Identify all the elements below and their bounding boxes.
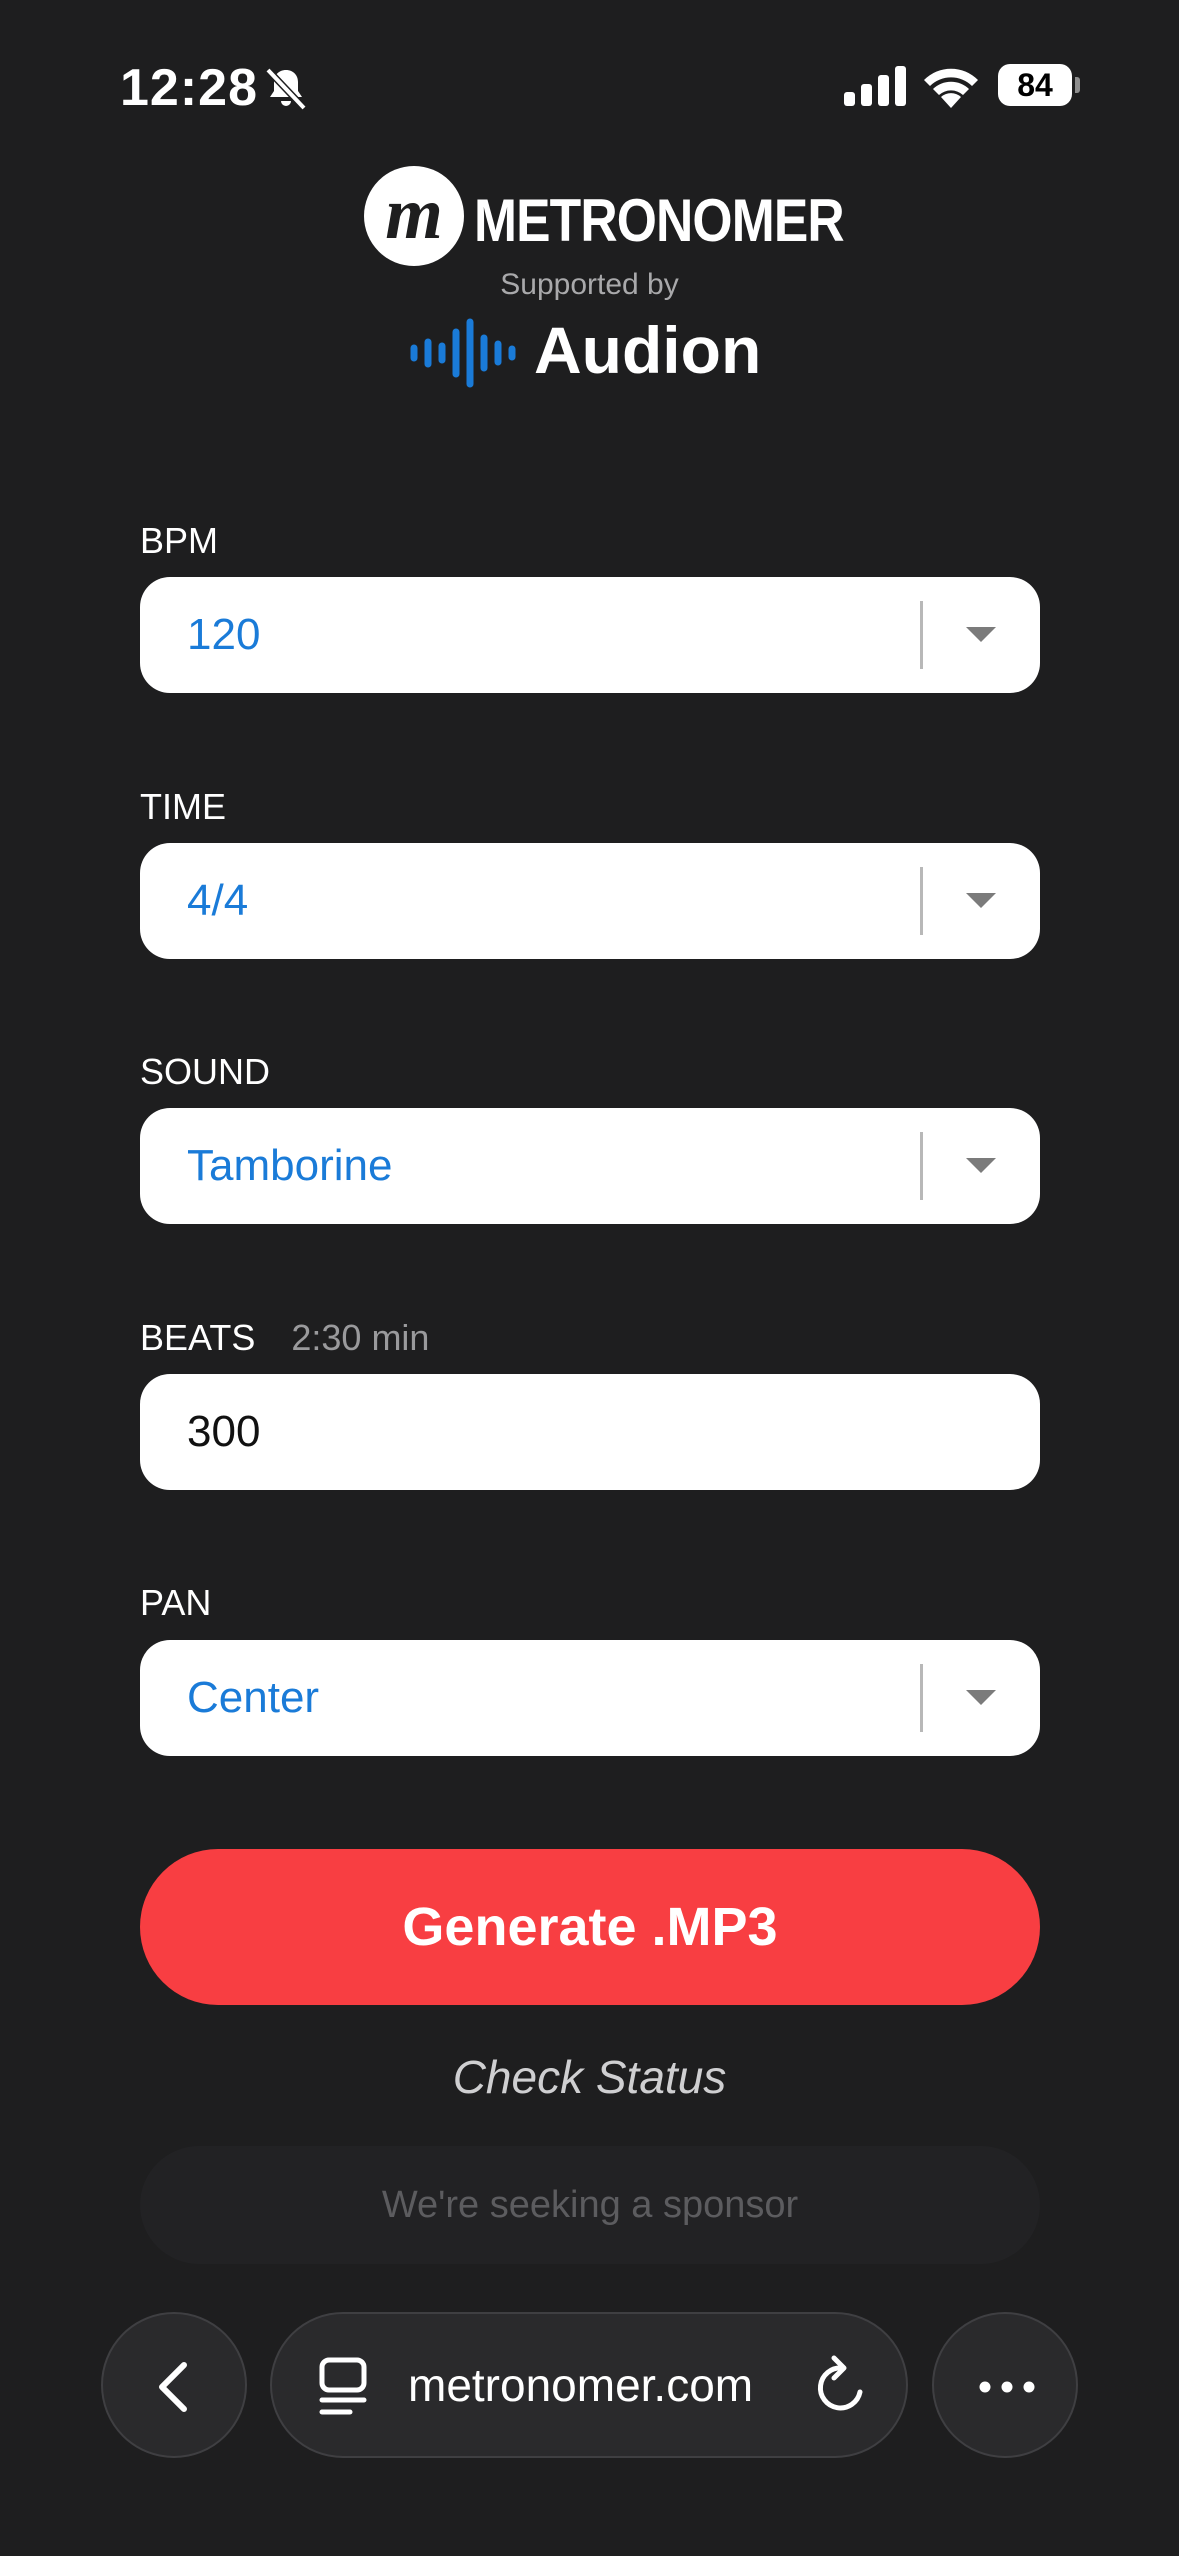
bell-muted-icon	[265, 67, 307, 111]
battery-cap	[1075, 77, 1080, 93]
sponsor-banner[interactable]: We're seeking a sponsor	[140, 2146, 1040, 2264]
more-dots-icon	[979, 2381, 1035, 2393]
beats-label: BEATS	[140, 1317, 256, 1358]
back-button[interactable]	[101, 2312, 247, 2458]
check-status-link[interactable]: Check Status	[0, 2050, 1179, 2104]
bpm-select[interactable]: 120	[140, 577, 1040, 693]
time-select[interactable]: 4/4	[140, 843, 1040, 959]
reload-icon[interactable]	[812, 2354, 872, 2418]
chevron-left-icon	[159, 2362, 187, 2412]
audion-waveform-icon	[410, 318, 516, 388]
page: 12:28 84 m METRONOMER Supported by Audio…	[0, 0, 1179, 2556]
bpm-label: BPM	[140, 520, 219, 561]
more-options-button[interactable]	[932, 2312, 1078, 2458]
metronomer-wordmark: METRONOMER	[474, 187, 845, 254]
url-text: metronomer.com	[408, 2359, 754, 2411]
audion-wordmark: Audion	[534, 313, 762, 387]
chevron-down-icon	[966, 1690, 996, 1705]
chevron-down-icon	[966, 1158, 996, 1173]
sound-value: Tamborine	[187, 1141, 393, 1190]
status-bar: 12:28 84	[0, 0, 1179, 150]
metronomer-logo[interactable]: m METRONOMER	[364, 166, 845, 266]
browser-toolbar: metronomer.com	[0, 2300, 1179, 2556]
pan-select[interactable]: Center	[140, 1640, 1040, 1756]
sound-select[interactable]: Tamborine	[140, 1108, 1040, 1224]
beats-duration-hint: 2:30 min	[291, 1317, 430, 1358]
battery-level: 84	[998, 64, 1072, 106]
select-divider	[920, 1664, 923, 1732]
beats-input[interactable]	[140, 1374, 1040, 1490]
supported-by-text: Supported by	[500, 268, 679, 301]
audion-sponsor-logo[interactable]: Audion	[410, 312, 780, 392]
bpm-value: 120	[187, 610, 261, 659]
beats-label-row: BEATS 2:30 min	[140, 1317, 429, 1359]
address-bar[interactable]: metronomer.com	[270, 2312, 908, 2458]
battery-indicator: 84	[998, 64, 1080, 106]
generate-mp3-button[interactable]: Generate .MP3	[140, 1849, 1040, 2005]
sound-label: SOUND	[140, 1051, 271, 1092]
chevron-down-icon	[966, 627, 996, 642]
time-label: TIME	[140, 786, 226, 827]
pan-label: PAN	[140, 1582, 212, 1623]
wifi-icon	[924, 68, 978, 108]
select-divider	[920, 1132, 923, 1200]
select-divider	[920, 601, 923, 669]
cellular-signal-icon	[844, 66, 906, 106]
brand-header: m METRONOMER Supported by Audion	[0, 160, 1179, 400]
chevron-down-icon	[966, 893, 996, 908]
status-time: 12:28	[120, 59, 258, 117]
pan-value: Center	[187, 1673, 320, 1722]
select-divider	[920, 867, 923, 935]
time-value: 4/4	[187, 876, 249, 925]
page-menu-icon	[319, 2357, 367, 2415]
metronomer-logo-mark: m	[364, 166, 464, 266]
